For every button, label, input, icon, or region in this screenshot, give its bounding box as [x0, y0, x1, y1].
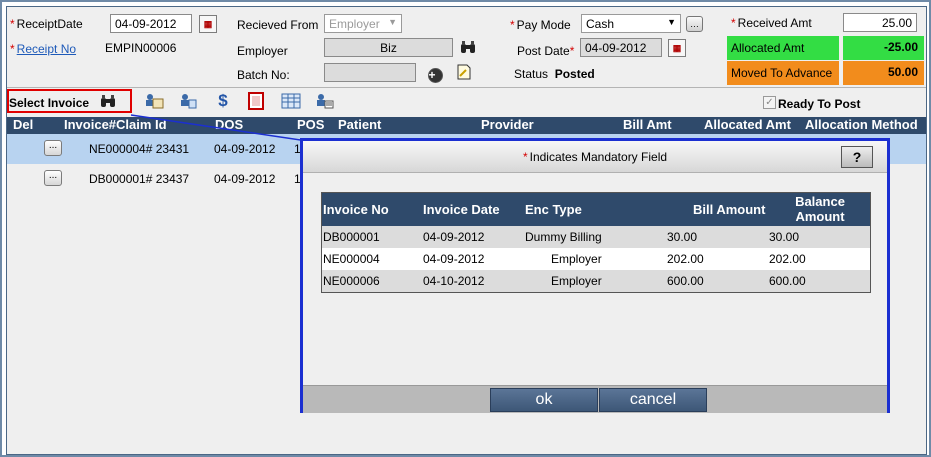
- post-date-input[interactable]: 04-09-2012: [580, 38, 662, 57]
- row-dos: 04-09-2012: [214, 142, 276, 156]
- divider: [7, 87, 926, 88]
- chevron-down-icon: ▼: [388, 17, 397, 27]
- cell-balance-amount: 600.00: [769, 274, 806, 288]
- cell-invoice-no: DB000001: [323, 230, 380, 244]
- received-amt-input[interactable]: 25.00: [843, 13, 917, 32]
- plus-icon: +: [427, 67, 443, 83]
- row-details-button[interactable]: ...: [44, 170, 62, 186]
- col-allocated-amt: Allocated Amt: [704, 117, 791, 132]
- cell-invoice-date: 04-09-2012: [423, 252, 485, 266]
- col-bill-amt: Bill Amt: [623, 117, 672, 132]
- help-button[interactable]: ?: [841, 146, 873, 168]
- window-frame: * ReceiptDate 04-09-2012 ▦ Recieved From …: [0, 0, 931, 457]
- pay-mode-select[interactable]: Cash ▼: [581, 14, 681, 33]
- cancel-button[interactable]: cancel: [599, 388, 707, 412]
- cell-bill-amount: 30.00: [667, 230, 698, 244]
- binoculars-icon[interactable]: [459, 39, 477, 57]
- cell-invoice-no: NE000006: [323, 274, 380, 288]
- ok-button[interactable]: ok: [490, 388, 598, 412]
- patient-card-icon[interactable]: [143, 91, 165, 111]
- grid-header: Del Invoice#Claim Id DOS POS Patient Pro…: [7, 117, 926, 134]
- employer-field[interactable]: Biz: [324, 38, 453, 57]
- col-dos: DOS: [215, 117, 244, 132]
- receipt-no-label: * Receipt No: [10, 42, 77, 56]
- cell-invoice-no: NE000004: [323, 252, 380, 266]
- table-row[interactable]: NE000006 04-10-2012 Employer 600.00 600.…: [322, 270, 870, 292]
- received-from-label: Recieved From: [237, 18, 319, 32]
- cell-enc-type: Employer: [551, 252, 602, 266]
- col-provider: Provider: [481, 117, 534, 132]
- col-invoice: Invoice#Claim Id: [64, 117, 167, 132]
- col-del: Del: [13, 117, 34, 132]
- chevron-down-icon: ▼: [667, 17, 676, 27]
- status-value: Posted: [554, 67, 595, 81]
- allocated-amt-label: Allocated Amt: [727, 36, 839, 60]
- receipt-date-input[interactable]: 04-09-2012: [110, 14, 192, 33]
- dialog-title-bar: * Indicates Mandatory Field ?: [303, 141, 887, 173]
- col-balance-amount: Balance Amount: [795, 194, 845, 224]
- table-row[interactable]: DB000001 04-09-2012 Dummy Billing 30.00 …: [322, 226, 870, 248]
- pay-mode-label: * Pay Mode: [510, 18, 571, 32]
- dialog-title: * Indicates Mandatory Field: [522, 150, 668, 164]
- receipt-date-calendar-icon[interactable]: ▦: [199, 15, 217, 33]
- row-invoice: DB000001# 23437: [89, 172, 190, 186]
- add-batch-button[interactable]: +: [426, 66, 444, 84]
- receipt-panel: * ReceiptDate 04-09-2012 ▦ Recieved From …: [6, 6, 927, 455]
- ready-to-post-label: Ready To Post: [778, 97, 861, 111]
- cell-bill-amount: 202.00: [667, 252, 704, 266]
- dialog-footer: ok cancel: [303, 385, 887, 413]
- invoice-table-header: Invoice No Invoice Date Enc Type Bill Am…: [322, 193, 870, 226]
- cell-balance-amount: 30.00: [769, 230, 800, 244]
- pay-mode-details-button[interactable]: …: [686, 16, 703, 32]
- moved-to-advance-value: 50.00: [843, 61, 924, 85]
- status-label: Status Posted: [514, 67, 595, 81]
- col-enc-type: Enc Type: [525, 202, 582, 217]
- ready-to-post-checkbox[interactable]: ✓: [763, 96, 776, 109]
- table-row[interactable]: NE000004 04-09-2012 Employer 202.00 202.…: [322, 248, 870, 270]
- patient-copy-icon[interactable]: [177, 91, 199, 111]
- employer-label: Employer: [237, 44, 288, 58]
- col-invoice-no: Invoice No: [323, 202, 389, 217]
- cell-enc-type: Employer: [551, 274, 602, 288]
- patient-list-icon[interactable]: [313, 91, 335, 111]
- col-invoice-date: Invoice Date: [423, 202, 500, 217]
- allocated-amt-value: -25.00: [843, 36, 924, 60]
- col-bill-amount: Bill Amount: [693, 202, 766, 217]
- invoice-table: Invoice No Invoice Date Enc Type Bill Am…: [321, 192, 871, 293]
- col-pos: POS: [297, 117, 325, 132]
- row-details-button[interactable]: ...: [44, 140, 62, 156]
- select-invoice-highlight: [7, 89, 132, 113]
- row-dos: 04-09-2012: [214, 172, 276, 186]
- document-red-icon[interactable]: [245, 91, 267, 111]
- dollar-icon[interactable]: $: [212, 91, 234, 111]
- cell-invoice-date: 04-10-2012: [423, 274, 485, 288]
- cell-bill-amount: 600.00: [667, 274, 704, 288]
- table-grid-icon[interactable]: [280, 91, 302, 111]
- row-invoice: NE000004# 23431: [89, 142, 190, 156]
- post-date-label: Post Date*: [517, 44, 575, 58]
- post-date-calendar-icon[interactable]: ▦: [668, 39, 686, 57]
- received-from-select[interactable]: Employer ▼: [324, 14, 402, 33]
- cell-invoice-date: 04-09-2012: [423, 230, 485, 244]
- receipt-no-value: EMPIN00006: [105, 41, 177, 55]
- note-icon[interactable]: [455, 63, 473, 81]
- select-invoice-dialog: * Indicates Mandatory Field ? Invoice No …: [300, 138, 890, 413]
- receipt-date-label: * ReceiptDate: [10, 17, 83, 31]
- cell-enc-type: Dummy Billing: [525, 230, 602, 244]
- moved-to-advance-label: Moved To Advance: [727, 61, 839, 85]
- col-allocation-method: Allocation Method: [805, 117, 918, 132]
- col-patient: Patient: [338, 117, 382, 132]
- cell-balance-amount: 202.00: [769, 252, 806, 266]
- batch-label: Batch No:: [237, 68, 290, 82]
- batch-input[interactable]: [324, 63, 416, 82]
- received-amt-label: * Received Amt: [731, 16, 812, 30]
